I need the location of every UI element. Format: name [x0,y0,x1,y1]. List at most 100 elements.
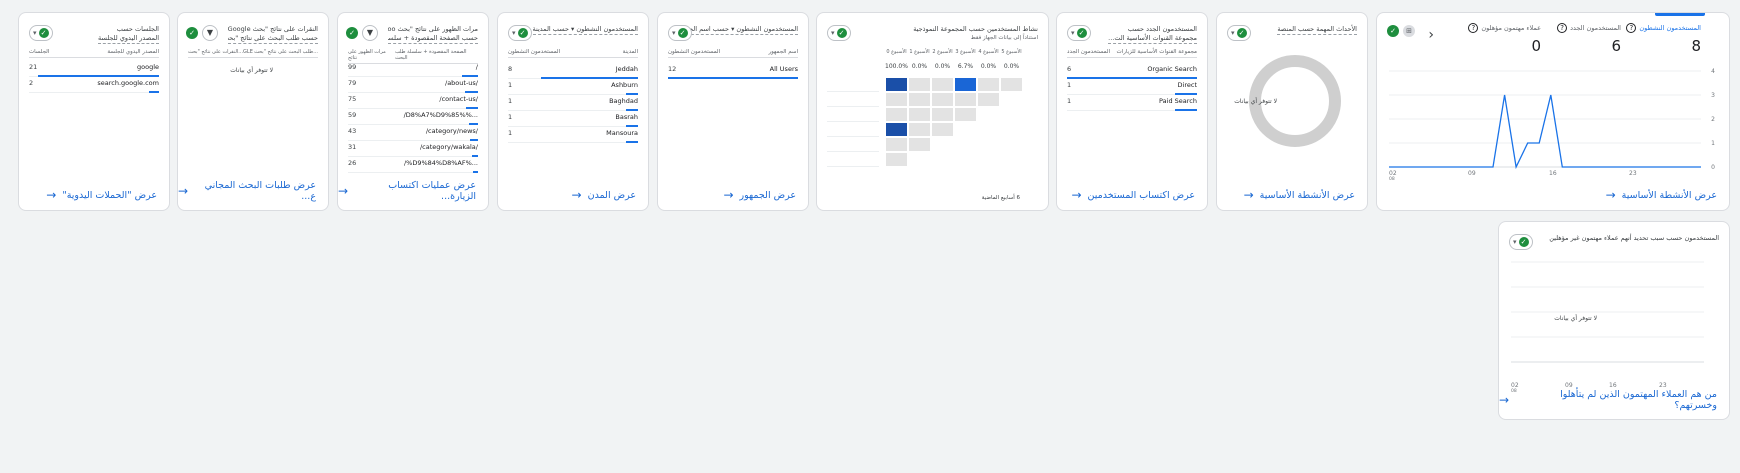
row-value: 12 [668,65,677,73]
cohort-cell[interactable] [932,78,953,91]
table-row[interactable]: Ashburn 1 [508,79,638,95]
table-row[interactable]: Baghdad 1 [508,95,638,111]
row-label: /category/news/ [425,127,478,135]
table-header: النقرات على نتائج "بحث...GLE طلب البحث عل… [188,49,318,58]
filter-pill[interactable]: ▾ ✓ [668,25,692,41]
check-icon[interactable]: ✓ [186,27,198,39]
col-header-value: الجلسات [29,49,50,55]
row-value: 75 [348,95,357,103]
card-title: المستخدمون النشطون ▾ حسب المدينة [532,25,638,35]
cohort-cell[interactable] [886,138,907,151]
table-row[interactable]: Mansoura 1 [508,127,638,143]
view-core-activities-link[interactable]: عرض الأنشطة الأساسية → [1606,188,1717,202]
table-row[interactable]: Organic Search 6 [1067,63,1197,79]
key-events-card: الأحداث المهمة حسب المنصة ▾ ✓ لا تتوفر أي… [1216,12,1368,211]
view-organic-search-link[interactable]: عرض طلبات البحث المجاني ع... → [178,180,316,202]
no-data-label: لا تتوفر أي بيانات [1234,98,1277,105]
row-value: 43 [348,127,357,135]
cohort-cell[interactable] [978,93,999,106]
row-label: search.google.com [97,79,159,87]
table-row[interactable]: ...%D9%84%D8%AF%/ 26 [348,157,478,173]
view-core-activities-link[interactable]: عرض الأنشطة الأساسية → [1244,188,1355,202]
chevron-down-icon: ▾ [512,29,516,37]
acquisition-card: المستخدمون الجدد حسب مجموعة القنوات الأسا… [1056,12,1208,211]
filter-pill[interactable]: ▾ ✓ [29,25,53,41]
cohort-cell[interactable] [932,93,953,106]
x-tick: 02 [1511,382,1519,389]
table-row[interactable]: /category/news/43 [348,125,478,141]
card-controls: ▾ ✓ [668,25,692,41]
cohort-col-header: الأسبوع 5 [1001,49,1022,55]
filter-icon[interactable]: ▼ [202,25,218,41]
table-row[interactable]: search.google.com 2 [29,77,159,93]
filter-icon[interactable]: ▼ [362,25,378,41]
check-icon[interactable]: ✓ [346,27,358,39]
table-row[interactable]: Direct 1 [1067,79,1197,95]
card-title: النقرات على نتائج "بحث Google"...حسب طلب… [228,25,318,44]
cohort-cell[interactable] [955,93,976,106]
cohort-cell[interactable] [886,108,907,121]
cohort-cell[interactable] [909,108,930,121]
cohort-row-label [827,137,879,152]
x-tick: 16 [1549,170,1557,177]
cohort-heatmap: الأسبوع 0 100.0% الأسبوع 1 0.0% الأسبوع 2 0.0… [817,13,1048,210]
cohort-cell[interactable] [1001,78,1022,91]
col-header-dim: اسم الجمهور [768,49,798,55]
cohort-card: نشاط المستخدمين حسب المجموعة النموذجية اس… [816,12,1049,211]
table-row[interactable]: Paid Search 1 [1067,95,1197,111]
row-label: Direct [1177,81,1197,89]
table-row[interactable]: Jeddah 8 [508,63,638,79]
cohort-percent: 100.0% [885,63,908,70]
table-header: الجلسات المصدر اليدوي للجلسة [29,49,159,58]
row-label: /category/wakala/ [419,143,478,151]
cohort-cell[interactable] [955,108,976,121]
table-row[interactable]: /about-us/79 [348,77,478,93]
row-bar [626,141,638,143]
cohort-cell[interactable] [978,78,999,91]
row-label: Paid Search [1159,97,1197,105]
table-row[interactable]: / 99 [348,61,478,77]
card-title: المستخدمون الجدد حسب مجموعة القنوات الأسا… [1108,25,1197,44]
cohort-cell[interactable] [909,123,930,136]
cohort-cell[interactable] [932,123,953,136]
table-row[interactable]: /category/wakala/31 [348,141,478,157]
cohort-cell[interactable] [909,78,930,91]
x-tick: 09 [1468,170,1476,177]
table-row[interactable]: ...%D8%A7%D9%85%/ 59 [348,109,478,125]
row-value: 1 [1067,97,1072,105]
cohort-cell[interactable] [886,93,907,106]
view-lost-leads-link[interactable]: من هم العملاء المهتمون الذين لم يتأهلوا … [1499,389,1717,411]
table-row[interactable]: google 21 [29,61,159,77]
filter-pill[interactable]: ▾ ✓ [1067,25,1091,41]
row-value: 79 [348,79,357,87]
cohort-cell[interactable] [886,123,907,136]
arrow-right-icon: → [46,188,57,202]
check-icon: ✓ [677,28,688,38]
cohort-row-label [827,77,879,92]
chevron-down-icon: ▾ [1071,29,1075,37]
view-traffic-acquisition-link[interactable]: عرض عمليات اكتساب الزيارة... → [338,180,476,202]
cohort-col-header: الأسبوع 3 [955,49,976,55]
col-header-dim: الصفحة المقصودة + سلسلة طلب البحث [394,49,467,61]
cohort-col-header: الأسبوع 1 [909,49,930,55]
cohort-cell[interactable] [909,93,930,106]
cohort-cell[interactable] [886,153,907,166]
view-manual-campaigns-link[interactable]: عرض "الحملات اليدوية" → [46,188,157,202]
view-audience-link[interactable]: عرض الجمهور → [723,188,796,202]
view-user-acquisition-link[interactable]: عرض اكتساب المستخدمين → [1071,188,1195,202]
table-row[interactable]: All Users 12 [668,63,798,79]
check-icon: ✓ [517,28,528,38]
table-row[interactable]: Basrah 1 [508,111,638,127]
cohort-cell[interactable] [932,108,953,121]
link-label: عرض الأنشطة الأساسية [1259,189,1355,201]
cohort-cell[interactable] [955,78,976,91]
row-value: 59 [348,111,357,119]
chevron-down-icon: ▾ [33,29,37,37]
filter-pill[interactable]: ▾ ✓ [508,25,532,41]
view-cities-link[interactable]: عرض المدن → [572,188,636,202]
table-row[interactable]: /contact-us/75 [348,93,478,109]
cohort-cell[interactable] [886,78,907,91]
cohort-cell[interactable] [909,138,930,151]
link-label: عرض المدن [587,189,636,201]
table-header: المستخدمون الجدد مجموعة القنوات الأساسية … [1067,49,1197,58]
